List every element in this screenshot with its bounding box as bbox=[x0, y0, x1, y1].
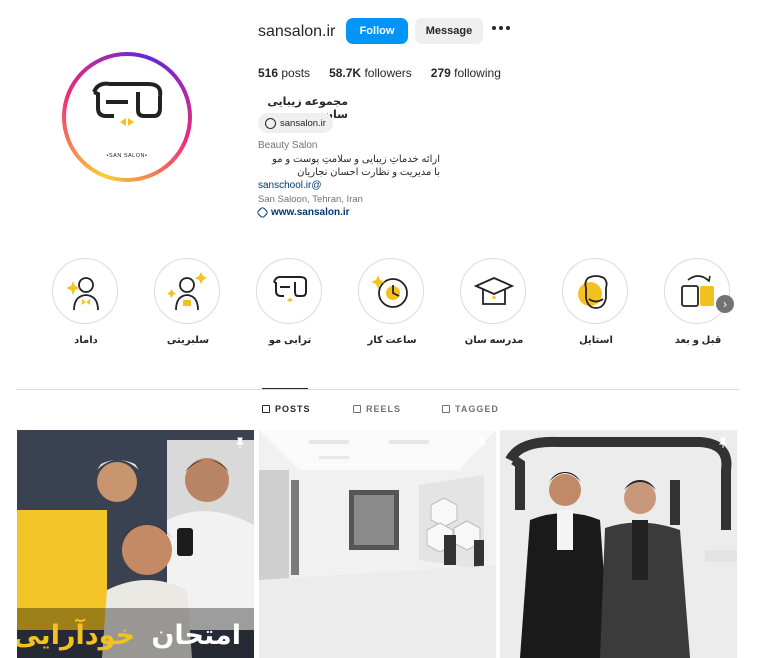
post-thumbnail[interactable]: امتحان خودآرایی bbox=[17, 430, 254, 658]
highlight-label: قبل و بعد bbox=[674, 335, 722, 346]
post-image bbox=[259, 430, 496, 658]
followers-stat[interactable]: 58.7K followers bbox=[329, 66, 412, 80]
active-tab-indicator bbox=[262, 388, 308, 389]
bio-line: ارائه خدماتِ زیبایی و سلامتِ پوست و مو bbox=[272, 154, 440, 165]
post-thumbnail[interactable] bbox=[500, 430, 737, 658]
profile-avatar[interactable]: •SAN SALON• bbox=[62, 52, 192, 182]
san-logo-icon bbox=[256, 258, 322, 324]
highlight-item[interactable]: استایل bbox=[562, 258, 630, 346]
profile-stats: 516 posts 58.7K followers 279 following bbox=[258, 66, 518, 80]
threads-badge[interactable]: sansalon.ir bbox=[258, 113, 333, 133]
groom-icon bbox=[52, 258, 118, 324]
highlight-label: استایل bbox=[579, 335, 613, 346]
highlight-item[interactable]: سلبریتی bbox=[154, 258, 222, 346]
follow-button[interactable]: Follow bbox=[346, 18, 408, 44]
post-image bbox=[500, 430, 737, 658]
highlight-label: سلبریتی bbox=[166, 335, 210, 346]
highlight-label: ترابی مو bbox=[268, 335, 312, 346]
highlight-label: مدرسه سان bbox=[464, 335, 524, 346]
pinned-icon bbox=[718, 437, 728, 448]
highlight-item[interactable]: داماد bbox=[52, 258, 120, 346]
highlight-label: ساعت کار bbox=[367, 335, 417, 346]
post-thumbnail[interactable] bbox=[259, 430, 496, 658]
link-icon bbox=[256, 206, 269, 219]
highlight-item[interactable]: ساعت کار bbox=[358, 258, 426, 346]
highlight-item[interactable]: مدرسه سان bbox=[460, 258, 528, 346]
pinned-icon bbox=[235, 437, 245, 448]
tab-tagged[interactable]: TAGGED bbox=[442, 404, 499, 414]
avatar-image: •SAN SALON• bbox=[66, 56, 188, 178]
threads-icon bbox=[265, 117, 276, 129]
pinned-icon bbox=[477, 437, 487, 448]
message-button[interactable]: Message bbox=[415, 18, 483, 44]
tab-reels[interactable]: REELS bbox=[353, 404, 401, 414]
highlight-item[interactable]: قبل و بعد bbox=[664, 258, 732, 346]
reels-icon bbox=[353, 405, 361, 413]
profile-category: Beauty Salon bbox=[258, 140, 318, 151]
following-stat[interactable]: 279 following bbox=[431, 66, 501, 80]
tagged-icon bbox=[442, 405, 450, 413]
avatar-brand-text: •SAN SALON• bbox=[106, 153, 148, 159]
before-after-icon bbox=[664, 258, 730, 324]
profile-location: San Saloon, Tehran, Iran bbox=[258, 194, 363, 205]
profile-username: sansalon.ir bbox=[258, 23, 336, 40]
tab-posts[interactable]: POSTS bbox=[262, 404, 311, 414]
tabs-divider bbox=[16, 389, 739, 390]
bio-line: با مدیریت و نظارت احسان نجاریان bbox=[297, 167, 440, 178]
threads-handle: sansalon.ir bbox=[280, 117, 326, 129]
highlight-label: داماد bbox=[74, 335, 98, 346]
svg-text:امتحان: امتحان bbox=[151, 620, 241, 651]
clock-icon bbox=[358, 258, 424, 324]
graduation-cap-icon bbox=[460, 258, 526, 324]
highlights-next-arrow-icon[interactable]: › bbox=[716, 295, 734, 313]
website-link[interactable]: www.sansalon.ir bbox=[256, 206, 350, 219]
style-face-icon bbox=[562, 258, 628, 324]
posts-stat: 516 posts bbox=[258, 66, 311, 80]
svg-text:خودآرایی: خودآرایی bbox=[17, 618, 135, 651]
more-options-icon[interactable] bbox=[492, 26, 512, 36]
celebrity-icon bbox=[154, 258, 220, 324]
bio-mention-link[interactable]: sanschool.ir@ bbox=[258, 180, 322, 191]
post-image: امتحان خودآرایی bbox=[17, 430, 254, 658]
grid-icon bbox=[262, 405, 270, 413]
highlight-item[interactable]: ترابی مو bbox=[256, 258, 324, 346]
san-salon-logo-icon bbox=[92, 81, 163, 126]
